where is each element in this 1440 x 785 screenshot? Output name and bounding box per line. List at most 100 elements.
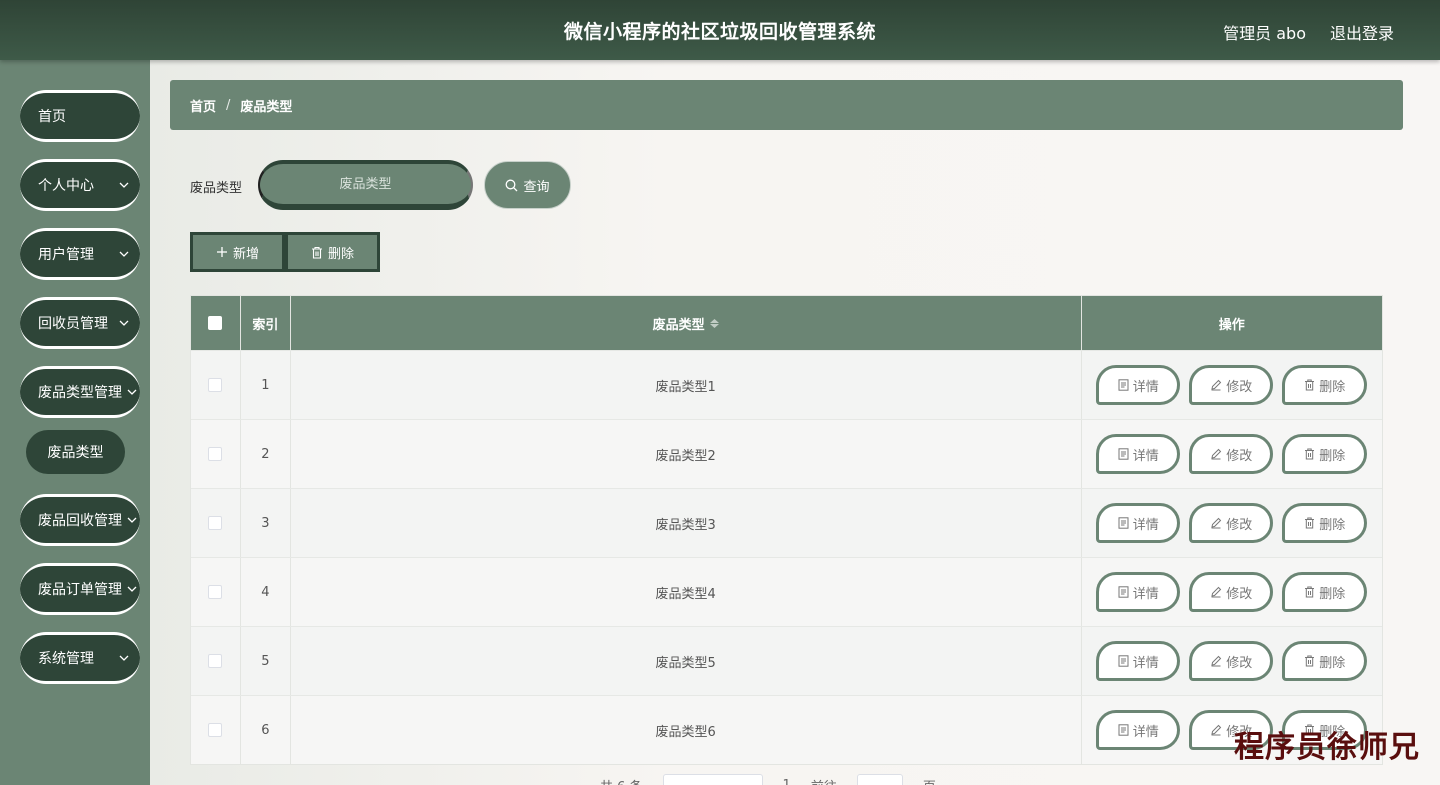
watermark: 程序员徐师兄 (1234, 730, 1420, 765)
row-waste-type: 废品类型2 (291, 420, 1082, 488)
sidebar-subitem-waste-type[interactable]: 废品类型 (26, 430, 125, 474)
row-index: 3 (241, 489, 291, 557)
row-ops: 详情 修改 删除 (1082, 558, 1383, 626)
page-size-select[interactable] (662, 774, 763, 785)
document-icon (1118, 655, 1129, 667)
row-index: 4 (241, 558, 291, 626)
row-ops: 详情 修改 删除 (1082, 351, 1383, 419)
delete-button[interactable]: 删除 (1282, 641, 1368, 681)
detail-button[interactable]: 详情 (1096, 572, 1181, 612)
row-waste-type: 废品类型6 (291, 696, 1082, 764)
waste-type-table: 索引 废品类型 操作 1 废品类型1 详情 修改 删除 2 废品类型2 详情 修改 删除 3 废品类型… (190, 295, 1383, 765)
detail-button[interactable]: 详情 (1096, 365, 1181, 405)
table-row: 5 废品类型5 详情 修改 删除 (191, 626, 1382, 695)
row-select-cell (191, 420, 241, 488)
edit-button[interactable]: 修改 (1189, 365, 1274, 405)
row-checkbox[interactable] (208, 516, 223, 530)
row-select-cell (191, 351, 241, 419)
pencil-icon (1211, 448, 1222, 460)
detail-button[interactable]: 详情 (1096, 434, 1181, 474)
breadcrumb-current: 废品类型 (240, 99, 293, 115)
sort-icon[interactable] (709, 318, 719, 328)
row-index: 6 (241, 696, 291, 764)
sidebar-item-label: 废品回收管理 (38, 513, 122, 529)
document-icon (1118, 448, 1129, 460)
detail-button-label: 详情 (1132, 448, 1159, 464)
bulk-delete-button[interactable]: 删除 (285, 232, 380, 272)
sidebar-item-label: 用户管理 (38, 247, 94, 263)
sidebar-item-waste-recycle-management[interactable]: 废品回收管理 (20, 494, 140, 546)
edit-button[interactable]: 修改 (1189, 572, 1274, 612)
search-icon (506, 179, 518, 191)
detail-button[interactable]: 详情 (1096, 503, 1181, 543)
pencil-icon (1211, 724, 1222, 736)
edit-button[interactable]: 修改 (1189, 641, 1274, 681)
row-checkbox[interactable] (208, 447, 223, 461)
delete-button[interactable]: 删除 (1282, 365, 1368, 405)
sidebar-item-user-management[interactable]: 用户管理 (20, 228, 140, 280)
table-header: 索引 废品类型 操作 (191, 296, 1382, 350)
select-all-checkbox[interactable] (208, 316, 223, 330)
detail-button[interactable]: 详情 (1096, 641, 1181, 681)
breadcrumb-home[interactable]: 首页 (190, 96, 216, 115)
row-checkbox[interactable] (208, 585, 223, 599)
sidebar-item-label: 回收员管理 (38, 316, 108, 332)
query-button[interactable]: 查询 (484, 161, 571, 209)
row-select-cell (191, 696, 241, 764)
row-select-cell (191, 627, 241, 695)
row-select-cell (191, 558, 241, 626)
sidebar-item-waste-order-management[interactable]: 废品订单管理 (20, 563, 140, 615)
search-input[interactable] (258, 160, 473, 210)
search-label: 废品类型 (190, 181, 243, 196)
logout-link[interactable]: 退出登录 (1330, 20, 1394, 44)
table-row: 3 废品类型3 详情 修改 删除 (191, 488, 1382, 557)
top-header: 微信小程序的社区垃圾回收管理系统 管理员 abo 退出登录 (0, 0, 1440, 60)
edit-button-label: 修改 (1226, 586, 1253, 602)
delete-button-label: 删除 (1319, 517, 1346, 533)
document-icon (1118, 379, 1129, 391)
row-waste-type: 废品类型3 (291, 489, 1082, 557)
pencil-icon (1211, 517, 1222, 529)
table-row: 6 废品类型6 详情 修改 删除 (191, 695, 1382, 764)
pagination-goto-label: 前往 (811, 776, 837, 785)
detail-button[interactable]: 详情 (1096, 710, 1181, 750)
plus-icon (216, 247, 227, 257)
delete-button[interactable]: 删除 (1282, 572, 1368, 612)
pencil-icon (1211, 586, 1222, 598)
row-checkbox[interactable] (208, 654, 223, 668)
sidebar-item-recycler-management[interactable]: 回收员管理 (20, 297, 140, 349)
document-icon (1118, 586, 1129, 598)
sidebar-item-home[interactable]: 首页 (20, 90, 140, 142)
delete-button[interactable]: 删除 (1282, 434, 1368, 474)
detail-button-label: 详情 (1132, 379, 1159, 395)
query-button-label: 查询 (523, 179, 550, 195)
trash-icon (311, 246, 322, 259)
trash-icon (1305, 448, 1315, 460)
sidebar-item-label: 废品类型管理 (38, 385, 122, 401)
edit-button[interactable]: 修改 (1189, 434, 1274, 474)
sidebar-item-system-management[interactable]: 系统管理 (20, 632, 140, 684)
sidebar-item-personal-center[interactable]: 个人中心 (20, 159, 140, 211)
sidebar-item-label: 系统管理 (38, 651, 94, 667)
row-checkbox[interactable] (208, 378, 223, 392)
edit-button[interactable]: 修改 (1189, 503, 1274, 543)
breadcrumb-separator: / (226, 97, 231, 113)
header-waste-type[interactable]: 废品类型 (291, 296, 1082, 350)
current-user: 管理员 abo (1223, 24, 1306, 43)
edit-button-label: 修改 (1226, 379, 1253, 395)
delete-button[interactable]: 删除 (1282, 503, 1368, 543)
header-select-all-cell (191, 296, 241, 350)
detail-button-label: 详情 (1132, 655, 1159, 671)
pagination-goto-input[interactable] (856, 774, 903, 785)
chevron-down-icon (127, 389, 137, 395)
chevron-down-icon (119, 182, 129, 188)
row-checkbox[interactable] (208, 723, 223, 737)
trash-icon (1305, 655, 1315, 667)
add-button[interactable]: 新增 (190, 232, 285, 272)
document-icon (1118, 724, 1129, 736)
edit-button-label: 修改 (1226, 655, 1253, 671)
sidebar-item-waste-type-management[interactable]: 废品类型管理 (20, 366, 140, 418)
pagination-current-page[interactable]: 1 (783, 778, 791, 785)
trash-icon (1305, 586, 1315, 598)
delete-button-label: 删除 (1319, 655, 1346, 671)
